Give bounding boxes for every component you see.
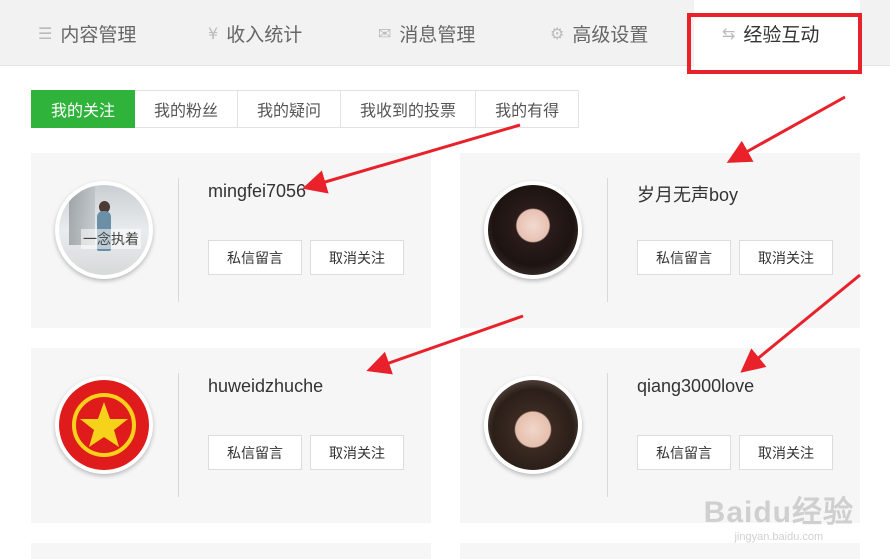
annotation-arrows	[302, 95, 861, 375]
arrow-to-card-4	[740, 273, 861, 373]
page: ☰ 内容管理 ¥ 收入统计 ✉ 消息管理 ⚙ 高级设置 ⇆ 经验互动 我的关注 …	[0, 0, 890, 559]
watermark-url: jingyan.baidu.com	[734, 531, 824, 543]
watermark-brand: Baidu经验	[703, 496, 854, 529]
arrow-to-card-2	[726, 95, 846, 163]
arrow-to-card-1	[302, 123, 521, 194]
arrow-to-card-3	[366, 314, 524, 375]
watermark: Baidu经验 jingyan.baidu.com	[704, 487, 854, 543]
